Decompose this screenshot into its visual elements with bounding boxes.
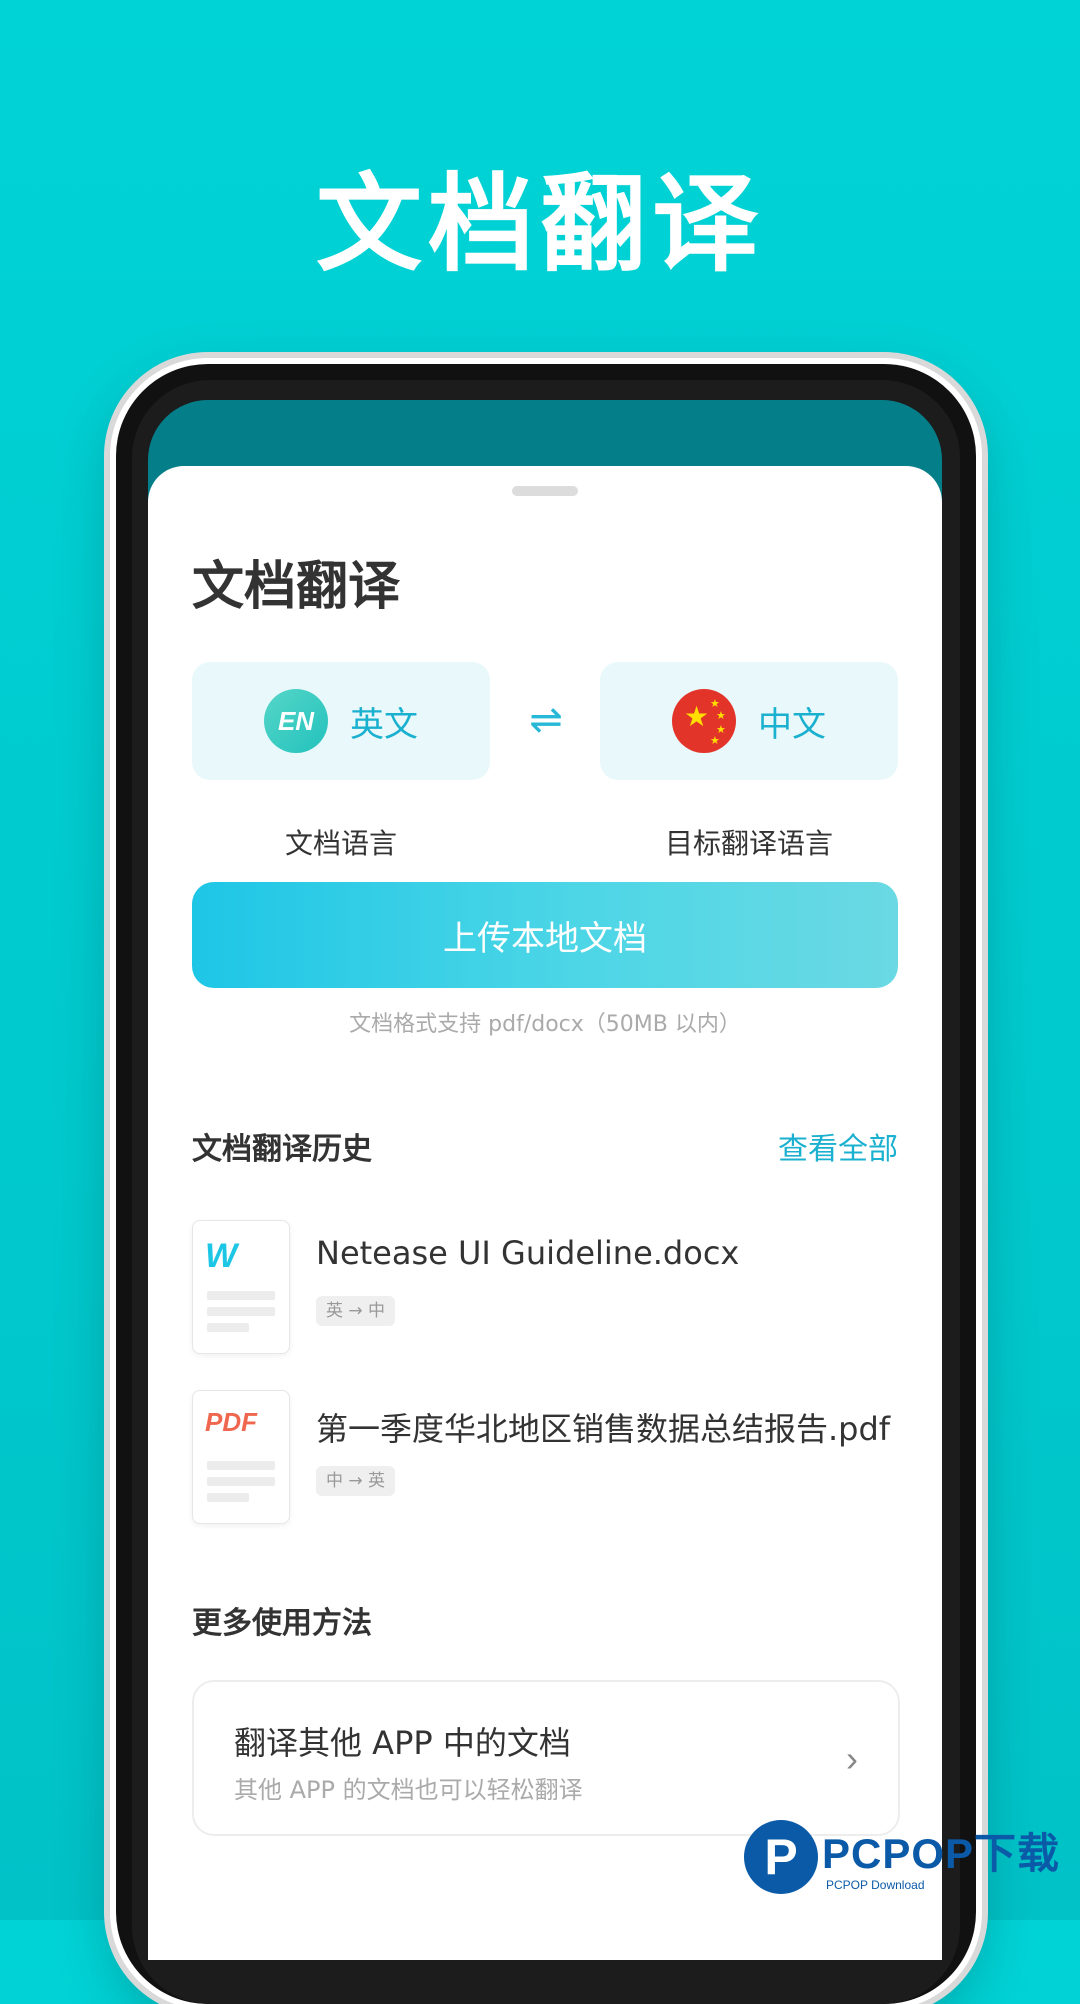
history-section-title: 文档翻译历史 [192, 1132, 372, 1167]
upload-document-button[interactable]: 上传本地文档 [192, 882, 898, 988]
history-file-name: 第一季度华北地区销售数据总结报告.pdf [316, 1410, 891, 1448]
target-language-selector[interactable]: ★ ★ ★ ★ ★ 中文 [600, 662, 898, 780]
promo-title: 文档翻译 [316, 163, 764, 286]
pcpop-logo-icon: P [744, 1820, 818, 1894]
translation-direction-tag: 中 → 英 [316, 1466, 396, 1496]
translation-direction-tag: 英 → 中 [316, 1296, 396, 1326]
watermark: P PCPOP下载 PCPOP Download [744, 1818, 1074, 1914]
more-usage-title: 更多使用方法 [192, 1606, 372, 1641]
more-card-title: 翻译其他 APP 中的文档 [234, 1724, 571, 1762]
chevron-right-icon: › [846, 1738, 858, 1779]
bottom-sheet: 文档翻译 EN 英文 ⇌ ★ ★ ★ ★ ★ 中文 文档语言 目标翻译语言 上传… [148, 466, 942, 1960]
history-file-name: Netease UI Guideline.docx [316, 1234, 740, 1272]
sheet-drag-handle[interactable] [512, 486, 578, 496]
history-item[interactable]: W Netease UI Guideline.docx 英 → 中 [192, 1220, 898, 1354]
china-flag-icon: ★ ★ ★ ★ ★ [672, 689, 736, 753]
view-all-link[interactable]: 查看全部 [778, 1124, 898, 1168]
pdf-badge: PDF [205, 1407, 257, 1437]
translate-other-app-card[interactable]: 翻译其他 APP 中的文档 其他 APP 的文档也可以轻松翻译 › [192, 1680, 900, 1836]
swap-arrows-icon[interactable]: ⇌ [518, 692, 574, 748]
watermark-text: PCPOP下载 [822, 1830, 1061, 1877]
phone-screen: 文档翻译 EN 英文 ⇌ ★ ★ ★ ★ ★ 中文 文档语言 目标翻译语言 上传… [148, 400, 942, 1960]
upload-format-hint: 文档格式支持 pdf/docx（50MB 以内） [349, 1012, 741, 1037]
source-language-name: 英文 [350, 704, 418, 745]
watermark-subtext: PCPOP Download [826, 1878, 925, 1892]
more-card-subtitle: 其他 APP 的文档也可以轻松翻译 [234, 1776, 583, 1804]
target-language-name: 中文 [758, 704, 826, 745]
sheet-title: 文档翻译 [192, 557, 401, 617]
pdf-file-icon: PDF [192, 1390, 290, 1524]
docx-file-icon: W [192, 1220, 290, 1354]
source-language-caption: 文档语言 [284, 827, 397, 860]
english-icon: EN [264, 689, 328, 753]
target-language-caption: 目标翻译语言 [664, 827, 833, 860]
history-item[interactable]: PDF 第一季度华北地区销售数据总结报告.pdf 中 → 英 [192, 1390, 898, 1524]
source-language-selector[interactable]: EN 英文 [192, 662, 490, 780]
word-badge: W [205, 1237, 238, 1275]
